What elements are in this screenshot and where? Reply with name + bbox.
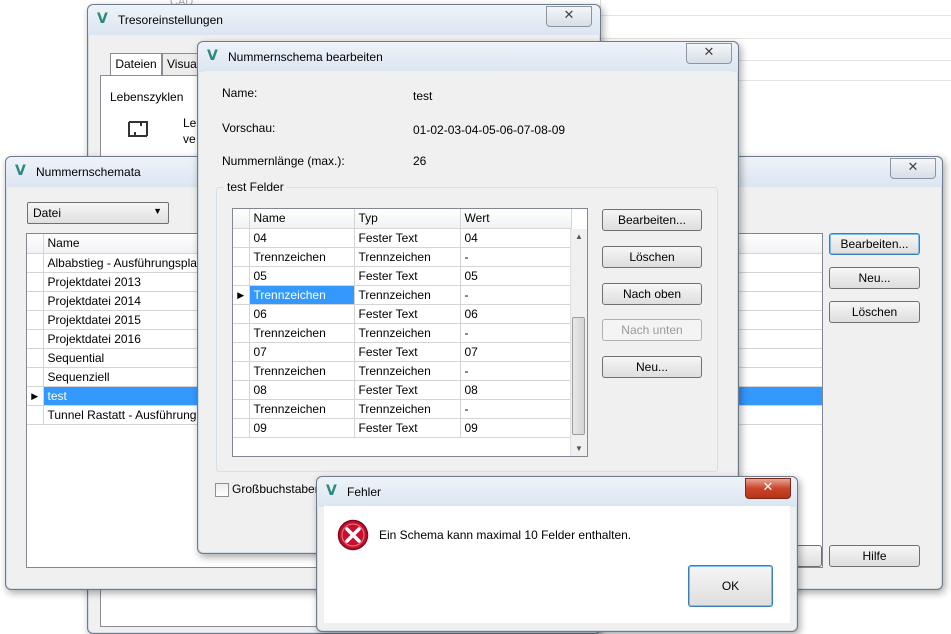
dropdown-value: Datei [33, 206, 62, 220]
window-title: Tresoreinstellungen [118, 13, 223, 27]
error-x-icon [337, 519, 369, 551]
lifecycle-item-text-2: ve [183, 132, 196, 146]
field-type-cell[interactable]: Trennzeichen [354, 323, 461, 343]
length-label: Nummernlänge (max.): [222, 154, 345, 168]
error-message: Ein Schema kann maximal 10 Felder enthal… [379, 528, 632, 542]
fields-grid[interactable]: Name Typ Wert 04 Fester Text 04 Trennzeiche… [232, 208, 588, 457]
close-button[interactable]: ✕ [890, 158, 936, 179]
field-name-cell[interactable]: Trennzeichen [249, 247, 355, 267]
close-button[interactable]: ✕ [686, 43, 732, 64]
scroll-up-icon[interactable]: ▲ [575, 232, 583, 241]
hidden-button[interactable] [796, 545, 822, 567]
field-name-cell[interactable]: Trennzeichen [249, 399, 355, 419]
window-title: Nummernschemata [36, 165, 141, 179]
preview-label: Vorschau: [222, 121, 276, 135]
table-row[interactable]: ▶ Trennzeichen Trennzeichen - [233, 285, 572, 305]
vertical-scrollbar[interactable]: ▲ ▼ [570, 229, 587, 456]
chevron-down-icon: ▼ [153, 206, 162, 216]
field-value-cell[interactable]: 04 [460, 228, 572, 248]
error-dialog: V Fehler ✕ Ein Schema kann maximal 10 Fe… [316, 476, 798, 632]
field-value-cell[interactable]: - [460, 323, 572, 343]
table-row[interactable]: 05 Fester Text 05 [233, 266, 572, 286]
field-type-cell[interactable]: Trennzeichen [354, 285, 461, 305]
move-up-button[interactable]: Nach oben [602, 283, 702, 305]
new-button[interactable]: Neu... [829, 267, 920, 289]
field-name-cell[interactable]: Trennzeichen [249, 323, 355, 343]
field-type-cell[interactable]: Fester Text [354, 304, 461, 324]
lifecycle-item-text-1: Le [183, 116, 197, 130]
field-value-cell[interactable]: - [460, 361, 572, 381]
field-value-cell[interactable]: 08 [460, 380, 572, 400]
column-header-name[interactable]: Name [249, 209, 355, 229]
fields-group-label: test Felder [224, 180, 287, 194]
help-button[interactable]: Hilfe [829, 545, 920, 567]
table-row[interactable]: 08 Fester Text 08 [233, 380, 572, 400]
vault-logo-icon: V [97, 11, 108, 27]
edit-field-button[interactable]: Bearbeiten... [602, 209, 702, 231]
name-label: Name: [222, 86, 258, 100]
field-value-cell[interactable]: 09 [460, 418, 572, 438]
field-value-cell[interactable]: - [460, 285, 572, 305]
delete-button[interactable]: Löschen [829, 301, 920, 323]
window-title: Fehler [347, 485, 382, 499]
field-value-cell[interactable]: 06 [460, 304, 572, 324]
edit-button[interactable]: Bearbeiten... [829, 233, 920, 255]
field-name-cell[interactable]: 08 [249, 380, 355, 400]
new-field-button[interactable]: Neu... [602, 356, 702, 378]
scroll-down-icon[interactable]: ▼ [575, 444, 583, 453]
length-value: 26 [413, 154, 427, 168]
field-type-cell[interactable]: Fester Text [354, 228, 461, 248]
field-name-cell[interactable]: 04 [249, 228, 355, 248]
field-type-cell[interactable]: Fester Text [354, 266, 461, 286]
field-name-cell[interactable]: 09 [249, 418, 355, 438]
preview-value: 01-02-03-04-05-06-07-08-09 [413, 123, 566, 137]
field-type-cell[interactable]: Fester Text [354, 342, 461, 362]
table-row[interactable]: Trennzeichen Trennzeichen - [233, 247, 572, 267]
table-row[interactable]: 09 Fester Text 09 [233, 418, 572, 438]
row-pointer-icon: ▶ [27, 386, 44, 406]
table-row[interactable]: Trennzeichen Trennzeichen - [233, 399, 572, 419]
field-name-cell[interactable]: Trennzeichen [249, 285, 355, 305]
delete-field-button[interactable]: Löschen [602, 246, 702, 268]
field-value-cell[interactable]: - [460, 247, 572, 267]
field-value-cell[interactable]: 05 [460, 266, 572, 286]
table-row[interactable]: Trennzeichen Trennzeichen - [233, 361, 572, 381]
uppercase-checkbox[interactable] [215, 483, 229, 497]
ok-button[interactable]: OK [688, 565, 773, 607]
vault-logo-icon: V [207, 48, 218, 64]
uppercase-label: Großbuchstaben [232, 482, 322, 496]
vault-logo-icon: V [326, 483, 337, 499]
field-type-cell[interactable]: Trennzeichen [354, 361, 461, 381]
field-type-cell[interactable]: Fester Text [354, 418, 461, 438]
field-type-cell[interactable]: Fester Text [354, 380, 461, 400]
name-value: test [413, 89, 433, 103]
field-name-cell[interactable]: 07 [249, 342, 355, 362]
category-dropdown[interactable]: Datei ▼ [27, 202, 169, 224]
move-down-button[interactable]: Nach unten [602, 319, 702, 341]
field-name-cell[interactable]: 06 [249, 304, 355, 324]
window-title: Nummernschema bearbeiten [228, 50, 383, 64]
vault-logo-icon: V [15, 163, 26, 179]
close-button[interactable]: ✕ [745, 478, 791, 499]
field-name-cell[interactable]: Trennzeichen [249, 361, 355, 381]
lifecycle-icon [125, 116, 151, 142]
column-header-type[interactable]: Typ [354, 209, 461, 229]
lifecycle-section-label: Lebenszyklen [110, 90, 184, 104]
column-header-value[interactable]: Wert [460, 209, 572, 229]
table-row[interactable]: 04 Fester Text 04 [233, 228, 572, 248]
row-pointer-icon: ▶ [233, 285, 250, 305]
field-name-cell[interactable]: 05 [249, 266, 355, 286]
field-value-cell[interactable]: - [460, 399, 572, 419]
table-row[interactable]: Trennzeichen Trennzeichen - [233, 323, 572, 343]
field-type-cell[interactable]: Trennzeichen [354, 399, 461, 419]
tab-dateien[interactable]: Dateien [110, 53, 162, 76]
field-value-cell[interactable]: 07 [460, 342, 572, 362]
field-type-cell[interactable]: Trennzeichen [354, 247, 461, 267]
scroll-thumb[interactable] [572, 317, 585, 435]
close-button[interactable]: ✕ [546, 6, 592, 27]
table-row[interactable]: 07 Fester Text 07 [233, 342, 572, 362]
table-row[interactable]: 06 Fester Text 06 [233, 304, 572, 324]
